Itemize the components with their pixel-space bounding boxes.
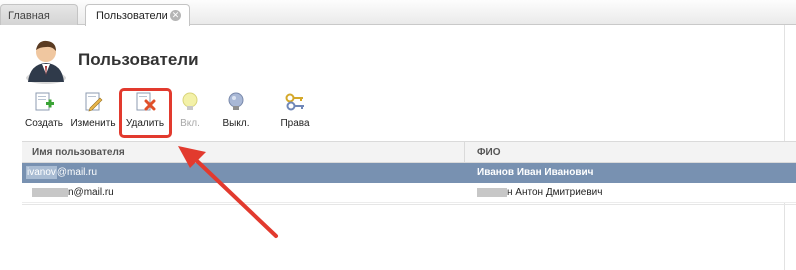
username-domain: @mail.ru <box>56 167 98 178</box>
create-user-icon <box>35 92 54 111</box>
tab-strip: Главная Пользователи ✕ <box>0 0 796 26</box>
create-label: Создать <box>24 118 63 129</box>
annotation-highlight-box <box>119 88 172 138</box>
tab-users[interactable]: Пользователи ✕ <box>85 4 190 26</box>
column-divider <box>464 142 465 163</box>
close-icon[interactable]: ✕ <box>170 10 181 21</box>
fio-text: н Антон Дмитриевич <box>507 187 603 198</box>
disable-button[interactable]: Выкл. <box>220 91 252 131</box>
create-button[interactable]: Создать <box>24 91 64 131</box>
disable-label: Выкл. <box>222 118 250 129</box>
username-cell: ██████n@mail.ru <box>32 187 114 198</box>
page-title: Пользователи <box>78 50 199 69</box>
edit-label: Изменить <box>70 118 116 129</box>
column-header-username[interactable]: Имя пользователя <box>32 147 125 158</box>
grid-header: Имя пользователя ФИО <box>22 141 796 163</box>
rights-label: Права <box>280 118 310 129</box>
fio-cell: ████н Антон Дмитриевич <box>477 187 602 198</box>
keys-icon <box>285 93 304 111</box>
redacted-text: ██████ <box>32 187 68 197</box>
username-domain: n@mail.ru <box>68 187 114 198</box>
bulb-off-icon <box>228 92 244 110</box>
edit-button[interactable]: Изменить <box>69 91 117 131</box>
redacted-text: ████ <box>477 187 507 197</box>
rights-button[interactable]: Права <box>278 91 312 131</box>
edit-icon <box>85 92 103 112</box>
bulb-on-icon <box>182 92 198 110</box>
tab-home[interactable]: Главная <box>0 4 78 25</box>
column-header-fio[interactable]: ФИО <box>477 147 501 158</box>
tab-users-label: Пользователи <box>96 10 168 22</box>
username-cell: ivanov@mail.ru <box>26 166 98 179</box>
username-selected-text: ivanov <box>26 166 57 179</box>
table-row[interactable]: ivanov@mail.ru Иванов Иван Иванович <box>22 163 796 183</box>
grid-divider <box>22 204 796 205</box>
enable-label: Вкл. <box>180 118 200 129</box>
table-row[interactable]: ██████n@mail.ru ████н Антон Дмитриевич <box>22 183 796 203</box>
user-avatar-icon <box>22 38 70 84</box>
fio-cell: Иванов Иван Иванович <box>477 167 594 178</box>
tab-home-label: Главная <box>8 10 50 22</box>
enable-button[interactable]: Вкл. <box>176 91 204 131</box>
